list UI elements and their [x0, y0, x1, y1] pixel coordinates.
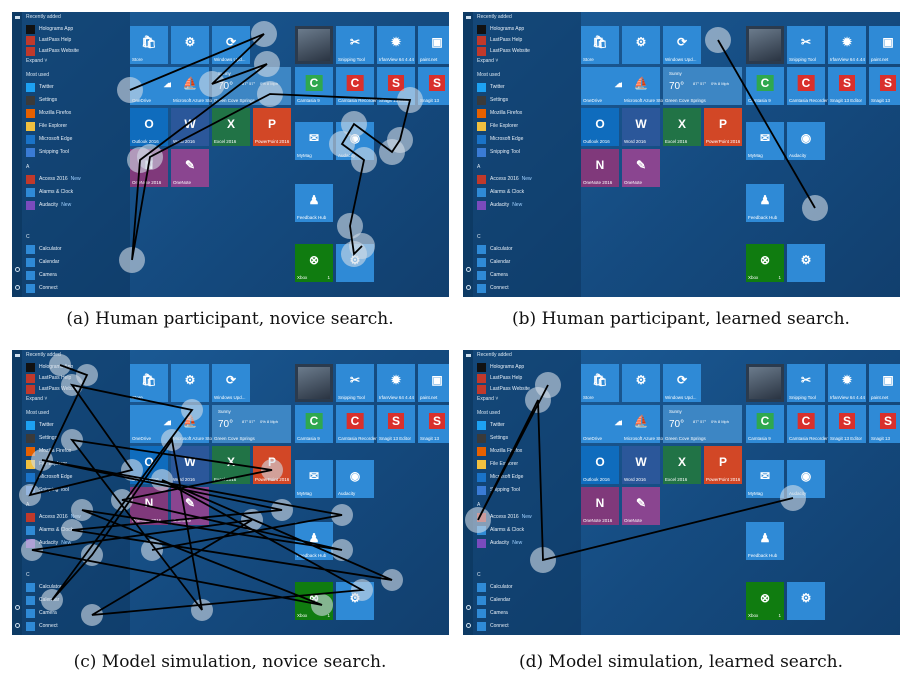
caption-d: (d) Model simulation, learned search.: [518, 652, 843, 672]
caption-a: (a) Human participant, novice search.: [66, 309, 394, 329]
panel-model-novice: Recently addedExpand ˅Most usedACHologra…: [12, 350, 449, 635]
caption-c: (c) Model simulation, novice search.: [73, 652, 387, 672]
scanpath-line: [28, 364, 393, 616]
panel-model-learned: Recently added Expand ˅ Most used A C Hologra…: [463, 350, 900, 635]
scanpath-overlay: [465, 372, 806, 573]
caption-b: (b) Human participant, learned search.: [512, 309, 850, 329]
scanpath-line: [717, 39, 816, 209]
panel-human-learned: Recently added Expand ˅ Most used A C Hologra…: [463, 12, 900, 297]
scanpath-overlay: [117, 21, 423, 273]
scanpath-line: [477, 384, 794, 562]
scanpath-overlay: [19, 354, 403, 626]
scanpath-overlay: [705, 27, 828, 221]
panel-human-novice: Recently added Expand ˅ Most used A C Hologra…: [12, 12, 449, 297]
